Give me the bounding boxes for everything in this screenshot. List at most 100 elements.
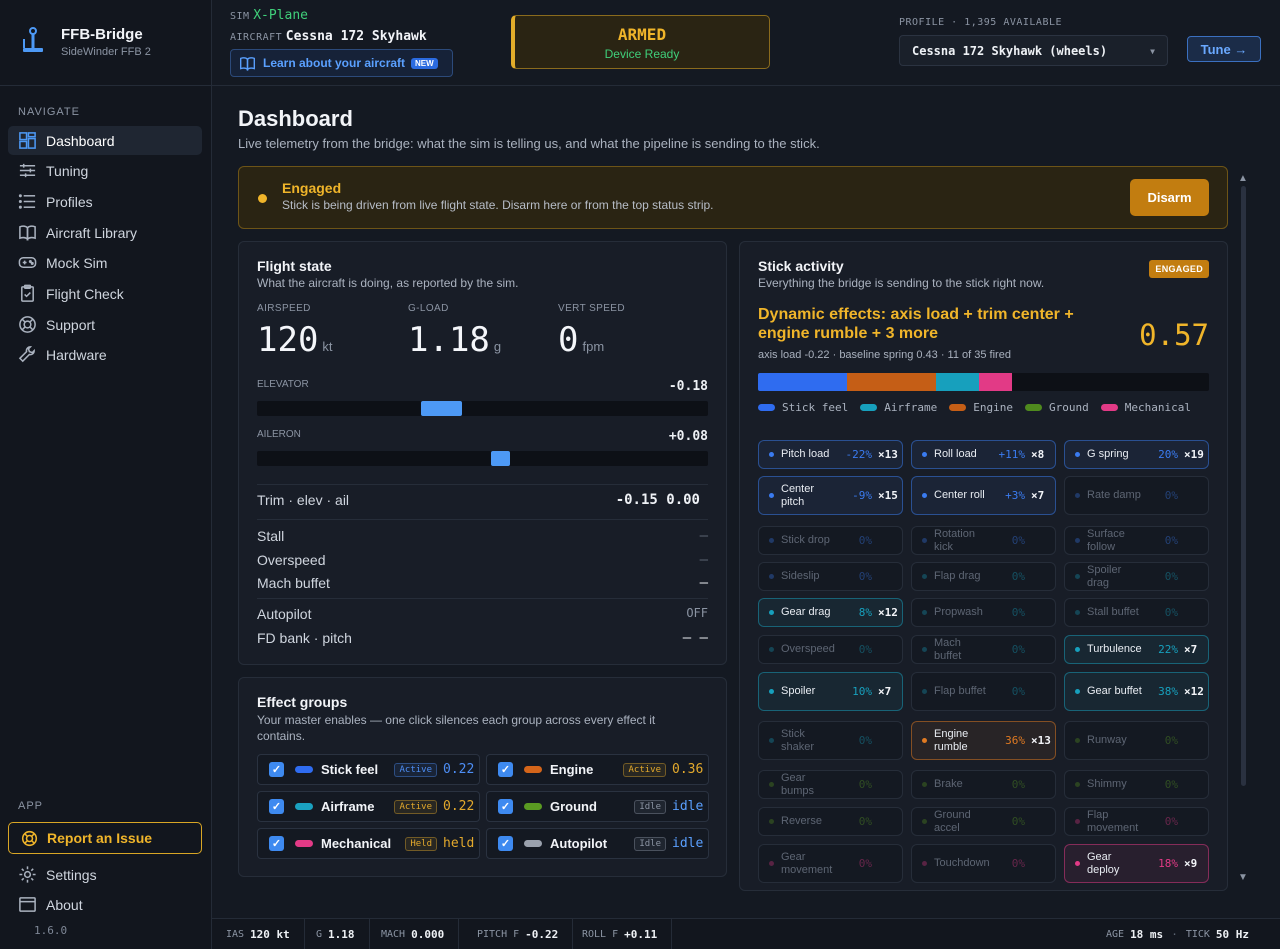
tune-button[interactable]: Tune → <box>1187 36 1261 62</box>
nav-profiles[interactable]: Profiles <box>8 187 202 216</box>
legend-label: Ground <box>1048 401 1089 414</box>
effect-chip[interactable]: Gear bumps 0% <box>758 770 903 799</box>
effect-name: Propwash <box>934 606 983 618</box>
effect-chip[interactable]: Brake 0% <box>911 770 1056 799</box>
checkbox-check-icon[interactable]: ✓ <box>498 799 513 814</box>
nav-flight-check[interactable]: Flight Check <box>8 279 202 308</box>
effect-chip[interactable]: Turbulence 22% ×7 <box>1064 635 1209 664</box>
effect-status-dot-icon <box>769 647 774 652</box>
scroll-up-icon[interactable]: ▲ <box>1238 173 1248 184</box>
nav-mock-sim[interactable]: Mock Sim <box>8 248 202 277</box>
effect-chip[interactable]: Shimmy 0% <box>1064 770 1209 799</box>
effect-chip[interactable]: Center roll +3% ×7 <box>911 476 1056 515</box>
armed-status[interactable]: ARMED Device Ready <box>511 15 770 69</box>
effect-group-row[interactable]: ✓ Ground Idle idle <box>486 791 709 822</box>
legend-swatch <box>1024 404 1042 411</box>
effect-chip[interactable]: Gear drag 8% ×12 <box>758 598 903 627</box>
learn-aircraft-button[interactable]: Learn about your aircraft NEW <box>230 49 453 77</box>
app-root: FFB-Bridge SideWinder FFB 2 NAVIGATE Das… <box>0 0 1280 949</box>
effect-name: Stick drop <box>781 534 830 546</box>
effect-status-dot-icon <box>1075 689 1080 694</box>
checkbox-check-icon[interactable]: ✓ <box>269 836 284 851</box>
checkbox-check-icon[interactable]: ✓ <box>498 836 513 851</box>
report-issue-button[interactable]: Report an Issue <box>8 822 202 854</box>
nav-dashboard[interactable]: Dashboard <box>8 126 202 155</box>
effect-group-row[interactable]: ✓ Airframe Active 0.22 <box>257 791 480 822</box>
effect-percent: 0% <box>1011 815 1025 828</box>
effect-percent: -9% <box>852 489 872 502</box>
nav-about[interactable]: About <box>8 890 202 919</box>
legend-label: Engine <box>973 401 1013 414</box>
effect-chip[interactable]: Surface follow 0% <box>1064 526 1209 555</box>
effect-chip[interactable]: Spoiler 10% ×7 <box>758 672 903 711</box>
elevator-label: ELEVATOR <box>257 379 309 390</box>
nav-aircraft-library[interactable]: Aircraft Library <box>8 218 202 247</box>
effect-chip[interactable]: Mach buffet 0% <box>911 635 1056 664</box>
legend-label: Mechanical <box>1124 401 1191 414</box>
effect-chip[interactable]: Stall buffet 0% <box>1064 598 1209 627</box>
effect-percent: 0% <box>1164 534 1178 547</box>
scroll-down-icon[interactable]: ▼ <box>1238 872 1248 883</box>
effect-chip[interactable]: Pitch load -22% ×13 <box>758 440 903 469</box>
effect-status-dot-icon <box>769 782 774 787</box>
effect-chip[interactable]: Gear deploy 18% ×9 <box>1064 844 1209 883</box>
effect-name: Center pitch <box>781 482 815 508</box>
effect-chip[interactable]: G spring 20% ×19 <box>1064 440 1209 469</box>
effect-chip[interactable]: Gear movement 0% <box>758 844 903 883</box>
dashboard-icon <box>19 132 36 149</box>
learn-label: Learn about your aircraft <box>263 56 406 70</box>
effect-chip[interactable]: Spoiler drag 0% <box>1064 562 1209 591</box>
checkbox-check-icon[interactable]: ✓ <box>269 799 284 814</box>
nav-hardware[interactable]: Hardware <box>8 340 202 369</box>
effect-chip[interactable]: Propwash 0% <box>911 598 1056 627</box>
effect-group-row[interactable]: ✓ Engine Active 0.36 <box>486 754 709 785</box>
status-label: ROLL F <box>582 929 619 940</box>
effect-chip[interactable]: Touchdown 0% <box>911 844 1056 883</box>
effect-chip[interactable]: Ground accel 0% <box>911 807 1056 836</box>
effect-chip[interactable]: Flap movement 0% <box>1064 807 1209 836</box>
effect-chip[interactable]: Gear buffet 38% ×12 <box>1064 672 1209 711</box>
effect-name: Mach buffet <box>934 636 962 662</box>
effect-chip[interactable]: Rate damp 0% <box>1064 476 1209 515</box>
checkbox-check-icon[interactable]: ✓ <box>498 762 513 777</box>
effect-percent: 0% <box>858 734 872 747</box>
nav-settings[interactable]: Settings <box>8 860 202 889</box>
nav-tuning[interactable]: Tuning <box>8 156 202 185</box>
group-swatch <box>295 803 313 810</box>
legend-label: Airframe <box>884 401 938 414</box>
effect-chip[interactable]: Roll load +11% ×8 <box>911 440 1056 469</box>
profile-select[interactable]: Cessna 172 Skyhawk (wheels) ▼ <box>899 35 1168 66</box>
effect-chip[interactable]: Flap drag 0% <box>911 562 1056 591</box>
sim-value: X-Plane <box>253 8 308 23</box>
effect-chip[interactable]: Overspeed 0% <box>758 635 903 664</box>
vs-unit: fpm <box>582 339 605 354</box>
effect-group-row[interactable]: ✓ Stick feel Active 0.22 <box>257 754 480 785</box>
groups-subtitle: Your master enables — one click silences… <box>257 713 656 743</box>
nav-support[interactable]: Support <box>8 310 202 339</box>
legend-swatch <box>949 404 967 411</box>
group-status-badge: Idle <box>634 799 666 814</box>
effect-chip[interactable]: Stick drop 0% <box>758 526 903 555</box>
effect-chip[interactable]: Runway 0% <box>1064 721 1209 760</box>
effect-name: Spoiler <box>781 685 816 697</box>
effect-status-dot-icon <box>1075 493 1080 498</box>
effect-chip[interactable]: Sideslip 0% <box>758 562 903 591</box>
effect-chip[interactable]: Center pitch -9% ×15 <box>758 476 903 515</box>
effect-status-dot-icon <box>1075 819 1080 824</box>
effect-group-row[interactable]: ✓ Mechanical Held held <box>257 828 480 859</box>
effect-name: Gear movement <box>781 850 833 876</box>
effect-chip[interactable]: Reverse 0% <box>758 807 903 836</box>
effect-percent: 0% <box>1164 734 1178 747</box>
effect-chip[interactable]: Flap buffet 0% <box>911 672 1056 711</box>
new-badge: NEW <box>411 57 438 69</box>
checkbox-check-icon[interactable]: ✓ <box>269 762 284 777</box>
disarm-button[interactable]: Disarm <box>1130 179 1209 216</box>
effect-group-row[interactable]: ✓ Autopilot Idle idle <box>486 828 709 859</box>
effect-chip[interactable]: Engine rumble 36% ×13 <box>911 721 1056 760</box>
effect-chip[interactable]: Rotation kick 0% <box>911 526 1056 555</box>
status-value: 50 Hz <box>1215 928 1250 941</box>
group-value: held <box>443 836 475 851</box>
scrollbar[interactable] <box>1241 186 1246 786</box>
group-swatch <box>295 766 313 773</box>
effect-chip[interactable]: Stick shaker 0% <box>758 721 903 760</box>
